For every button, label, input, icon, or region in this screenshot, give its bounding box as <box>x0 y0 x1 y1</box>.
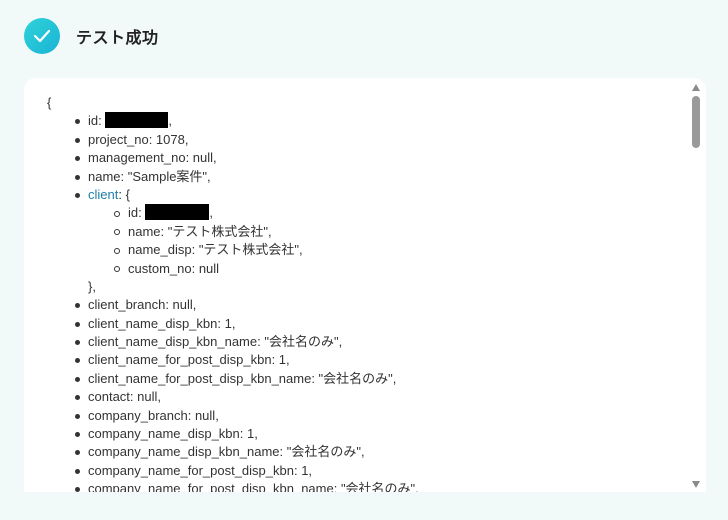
json-open: : { <box>118 186 130 202</box>
json-line-name: name: "Sample案件", <box>47 168 686 186</box>
json-open-brace: { <box>47 95 52 110</box>
json-key-id: id: <box>88 113 106 129</box>
json-line: client_branch: null, <box>47 296 686 314</box>
json-line: client_name_for_post_disp_kbn_name: "会社名… <box>47 370 686 388</box>
json-line-client-name-disp: name_disp: "テスト株式会社", <box>47 241 686 259</box>
json-line: company_name_for_post_disp_kbn: 1, <box>47 462 686 480</box>
json-line-project-no: project_no: 1078, <box>47 131 686 149</box>
result-header: テスト成功 <box>24 18 159 54</box>
result-title: テスト成功 <box>76 28 159 47</box>
json-comma: , <box>168 113 172 129</box>
json-line-id: id: , <box>47 112 686 130</box>
scroll-thumb[interactable] <box>692 96 700 148</box>
json-line-client-custom-no: custom_no: null <box>47 260 686 278</box>
json-line: company_name_for_post_disp_kbn_name: "会社… <box>47 480 686 492</box>
json-output-panel[interactable]: { id: , project_no: 1078, management_no:… <box>24 78 706 492</box>
json-line: company_branch: null, <box>47 407 686 425</box>
test-result-view: テスト成功 { id: , project_no: 1078, manageme… <box>0 0 728 520</box>
json-client-close: }, <box>88 278 96 294</box>
scroll-up-arrow-icon[interactable] <box>692 84 700 91</box>
json-comma: , <box>209 205 213 221</box>
json-line-client-name: name: "テスト株式会社", <box>47 223 686 241</box>
scroll-down-arrow-icon[interactable] <box>692 481 700 488</box>
json-line: company_name_disp_kbn: 1, <box>47 425 686 443</box>
json-line-client: client: { <box>47 186 686 204</box>
json-content: { id: , project_no: 1078, management_no:… <box>47 94 686 492</box>
json-line: client_name_disp_kbn: 1, <box>47 315 686 333</box>
redacted-value <box>145 204 210 221</box>
json-key-client-id: id: <box>128 205 146 221</box>
client-toggle-link[interactable]: client <box>88 187 118 202</box>
json-line-client-id: id: , <box>47 204 686 222</box>
redacted-value <box>105 112 169 129</box>
json-line: contact: null, <box>47 388 686 406</box>
check-icon <box>24 18 60 54</box>
vertical-scrollbar[interactable] <box>690 80 704 492</box>
json-line: company_name_disp_kbn_name: "会社名のみ", <box>47 443 686 461</box>
json-line: client_name_for_post_disp_kbn: 1, <box>47 351 686 369</box>
json-line: client_name_disp_kbn_name: "会社名のみ", <box>47 333 686 351</box>
json-line-management-no: management_no: null, <box>47 149 686 167</box>
